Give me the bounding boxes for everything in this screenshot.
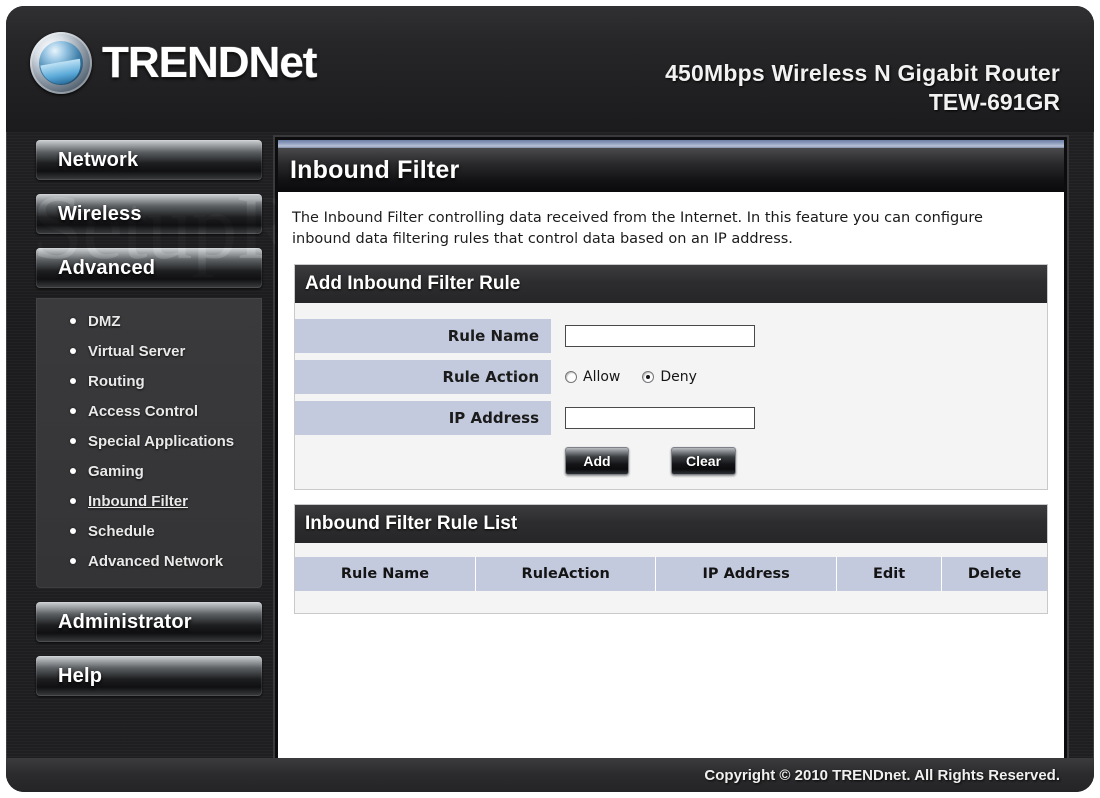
brand-wordmark-upper: TRENDN	[102, 38, 280, 87]
bullet-icon	[70, 318, 76, 324]
radio-icon	[565, 371, 577, 384]
column-header-edit: Edit	[836, 557, 943, 592]
sidebar-item-inbound-filter[interactable]: Inbound Filter	[36, 486, 262, 516]
table-empty-row	[295, 591, 1047, 614]
sidebar-item-special-applications[interactable]: Special Applications	[36, 426, 262, 456]
sidebar-item-administrator[interactable]: Administrator	[36, 602, 262, 642]
table-header-row: Rule Name RuleAction IP Address Edit Del…	[295, 557, 1047, 592]
column-header-delete: Delete	[941, 557, 1047, 592]
brand-wordmark-lower: et	[279, 38, 317, 87]
sidebar-item-label: Advanced	[58, 256, 156, 279]
add-button[interactable]: Add	[565, 447, 629, 476]
rule-action-radio-group: Allow Deny	[565, 369, 697, 385]
sidebar-item-label: Access Control	[88, 402, 199, 420]
sidebar-item-label: Schedule	[88, 522, 155, 540]
form-row-rule-name: Rule Name	[295, 319, 1047, 354]
sidebar-item-label: Wireless	[58, 202, 142, 225]
sidebar-item-routing[interactable]: Routing	[36, 366, 262, 396]
page-footer: Copyright © 2010 TRENDnet. All Rights Re…	[6, 758, 1094, 792]
sidebar-item-access-control[interactable]: Access Control	[36, 396, 262, 426]
content-body: The Inbound Filter controlling data rece…	[278, 192, 1064, 770]
column-header-rule-action: RuleAction	[475, 557, 657, 592]
table-empty-cell	[295, 591, 1047, 614]
bullet-icon	[70, 378, 76, 384]
add-inbound-filter-rule-section: Add Inbound Filter Rule Rule Name Rule A…	[294, 264, 1048, 491]
ip-address-label: IP Address	[295, 401, 551, 436]
sidebar-submenu-advanced: DMZ Virtual Server Routing Access Contro…	[36, 298, 262, 588]
sidebar-item-label: Gaming	[88, 462, 144, 480]
radio-icon-selected	[642, 371, 655, 384]
bullet-icon	[70, 348, 76, 354]
sidebar-item-network[interactable]: Network	[36, 140, 262, 180]
column-header-ip-address: IP Address	[655, 557, 837, 592]
bullet-icon	[70, 408, 76, 414]
rule-name-field-wrap	[551, 325, 1047, 348]
sidebar-item-label: DMZ	[88, 312, 121, 330]
sidebar-item-advanced[interactable]: Advanced	[36, 248, 262, 288]
page-description: The Inbound Filter controlling data rece…	[292, 210, 983, 248]
sidebar-item-label: Network	[58, 148, 139, 171]
rule-name-input[interactable]	[565, 325, 755, 348]
rule-name-label: Rule Name	[295, 319, 551, 354]
sidebar-item-dmz[interactable]: DMZ	[36, 306, 262, 336]
sidebar-item-label: Special Applications	[88, 432, 235, 450]
clear-button[interactable]: Clear	[671, 447, 737, 476]
radio-option-allow[interactable]: Allow	[565, 369, 620, 385]
section-body: Rule Name RuleAction IP Address Edit Del…	[295, 543, 1047, 614]
bullet-icon	[70, 528, 76, 534]
radio-label: Allow	[583, 369, 621, 386]
table-body	[295, 591, 1047, 614]
sidebar-item-label: Administrator	[58, 610, 192, 633]
sidebar-item-label: Routing	[88, 372, 145, 390]
rule-list-table: Rule Name RuleAction IP Address Edit Del…	[295, 557, 1047, 614]
sidebar-item-label: Virtual Server	[88, 342, 186, 360]
radio-option-deny[interactable]: Deny	[642, 369, 697, 385]
form-row-rule-action: Rule Action Allow Deny	[295, 360, 1047, 395]
form-action-buttons: Add Clear	[295, 447, 1047, 476]
main-content-panel: Inbound Filter The Inbound Filter contro…	[278, 140, 1064, 770]
section-header: Add Inbound Filter Rule	[295, 265, 1047, 304]
inbound-filter-rule-list-section: Inbound Filter Rule List Rule Name RuleA…	[294, 504, 1048, 615]
ip-address-field-wrap	[551, 407, 1047, 430]
model-number: TEW-691GR	[928, 89, 1060, 115]
product-name: 450Mbps Wireless N Gigabit Router	[665, 60, 1060, 86]
rule-action-label: Rule Action	[295, 360, 551, 395]
ip-address-input[interactable]	[565, 407, 755, 430]
sidebar-nav: Network Wireless Advanced DMZ Virtual Se…	[36, 140, 262, 710]
sidebar-item-wireless[interactable]: Wireless	[36, 194, 262, 234]
product-info: 450Mbps Wireless N Gigabit Router TEW-69…	[665, 60, 1060, 116]
bullet-icon	[70, 498, 76, 504]
trendnet-globe-icon	[30, 32, 92, 94]
sidebar-item-virtual-server[interactable]: Virtual Server	[36, 336, 262, 366]
section-body: Rule Name Rule Action Allow Deny IP Addr…	[295, 303, 1047, 490]
page-title: Inbound Filter	[290, 155, 460, 184]
radio-label: Deny	[660, 369, 697, 386]
router-admin-window: TRENDNet 450Mbps Wireless N Gigabit Rout…	[6, 6, 1094, 792]
page-header: TRENDNet 450Mbps Wireless N Gigabit Rout…	[6, 6, 1094, 132]
content-accent-bar	[278, 140, 1064, 148]
section-title: Add Inbound Filter Rule	[305, 273, 521, 295]
brand-logo-group: TRENDNet	[30, 32, 317, 94]
wave-icon	[40, 58, 84, 88]
bullet-icon	[70, 438, 76, 444]
sidebar-item-gaming[interactable]: Gaming	[36, 456, 262, 486]
column-header-rule-name: Rule Name	[295, 557, 476, 592]
form-row-ip-address: IP Address	[295, 401, 1047, 436]
sidebar-item-label: Advanced Network	[88, 552, 224, 570]
sidebar-item-label: Help	[58, 664, 103, 687]
copyright-text: Copyright © 2010 TRENDnet. All Rights Re…	[704, 766, 1060, 784]
sidebar-item-help[interactable]: Help	[36, 656, 262, 696]
page-title-bar: Inbound Filter	[278, 148, 1064, 192]
section-title: Inbound Filter Rule List	[305, 513, 518, 535]
rule-list-table-wrap: Rule Name RuleAction IP Address Edit Del…	[295, 543, 1047, 614]
rule-action-field-wrap: Allow Deny	[551, 369, 1047, 385]
bullet-icon	[70, 558, 76, 564]
sidebar-item-label: Inbound Filter	[88, 492, 188, 510]
section-header: Inbound Filter Rule List	[295, 505, 1047, 544]
brand-wordmark: TRENDNet	[102, 38, 317, 87]
bullet-icon	[70, 468, 76, 474]
table-head: Rule Name RuleAction IP Address Edit Del…	[295, 557, 1047, 592]
sidebar-item-advanced-network[interactable]: Advanced Network	[36, 546, 262, 576]
sidebar-item-schedule[interactable]: Schedule	[36, 516, 262, 546]
